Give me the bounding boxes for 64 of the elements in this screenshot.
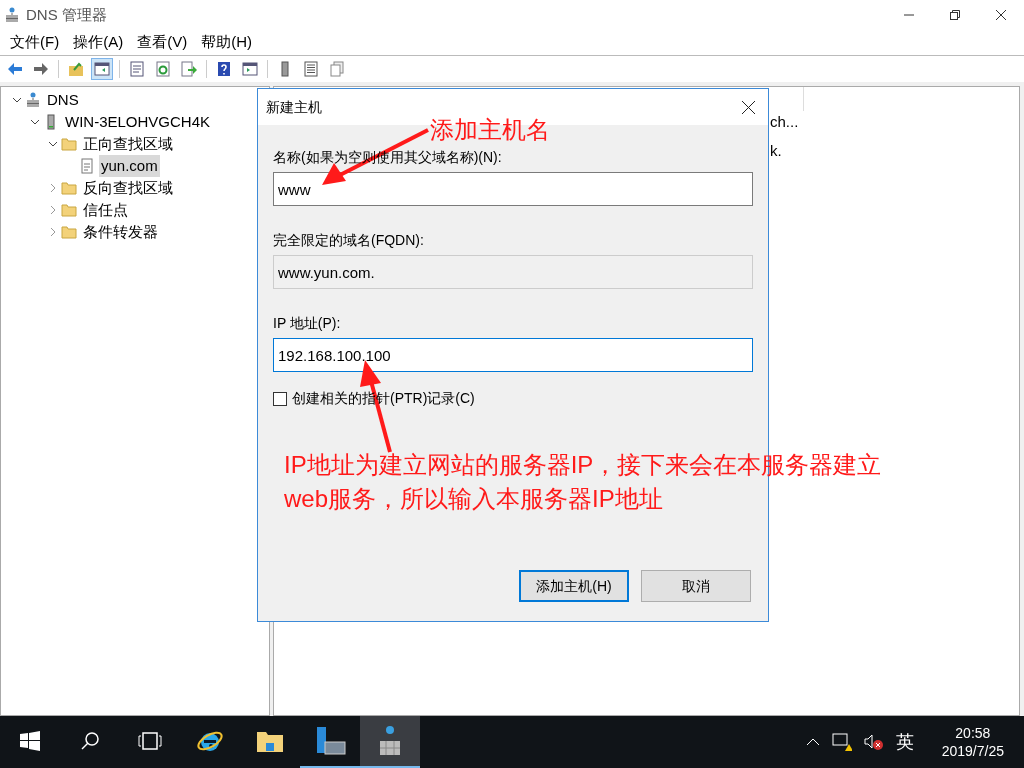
close-icon	[996, 10, 1006, 20]
refresh-icon	[155, 61, 171, 77]
expand-chevron-icon[interactable]	[48, 227, 58, 237]
panel-icon	[94, 61, 110, 77]
list-icon	[303, 61, 319, 77]
network-icon	[378, 725, 402, 757]
close-icon	[741, 100, 755, 114]
clock-date: 2019/7/25	[941, 742, 1004, 760]
panel-icon	[242, 61, 258, 77]
list-item-text[interactable]: k.	[770, 139, 1019, 162]
tree-item[interactable]: 反向查找区域	[81, 176, 175, 200]
dialog-button[interactable]: 取消	[641, 570, 751, 602]
export-icon	[181, 61, 197, 77]
folder-icon	[256, 729, 284, 753]
network-icon	[25, 92, 41, 108]
annotation-text: 添加主机名	[430, 115, 550, 145]
input-method-indicator[interactable]: 英	[895, 728, 914, 756]
fqdn-field[interactable]: www.yun.com.	[273, 255, 753, 289]
menu-item[interactable]: 查看(V)	[137, 31, 188, 54]
folder-icon	[61, 136, 77, 152]
back-arrow-icon	[7, 61, 23, 77]
network-icon	[4, 7, 20, 23]
tree-item[interactable]: 正向查找区域	[81, 132, 175, 156]
forward-arrow-icon	[33, 61, 49, 77]
ip-address-field[interactable]: 192.168.100.100	[273, 338, 753, 372]
menu-item[interactable]: 操作(A)	[73, 31, 124, 54]
folder-icon	[61, 224, 77, 240]
collapse-chevron-icon[interactable]	[48, 139, 58, 149]
document-icon	[129, 61, 145, 77]
list-item-text[interactable]: ch...	[770, 111, 1019, 134]
window-title: DNS 管理器	[26, 4, 107, 25]
tree-item[interactable]: yun.com	[99, 154, 160, 178]
task-view-icon	[138, 731, 162, 751]
dialog-button[interactable]: 添加主机(H)	[519, 570, 629, 602]
collapse-chevron-icon[interactable]	[30, 117, 40, 127]
field-label: IP 地址(P):	[273, 314, 342, 333]
search-icon	[80, 731, 100, 751]
tree-item[interactable]: DNS	[45, 88, 81, 112]
network-warning-icon[interactable]	[831, 732, 852, 752]
windows-logo-icon	[20, 731, 40, 751]
expand-chevron-icon[interactable]	[48, 205, 58, 215]
expand-chevron-icon[interactable]	[48, 183, 58, 193]
restore-icon	[950, 10, 960, 20]
clock-time: 20:58	[955, 724, 991, 742]
folder-icon	[68, 61, 84, 77]
tree-item[interactable]: 条件转发器	[81, 220, 160, 244]
menu-item[interactable]: 帮助(H)	[201, 31, 252, 54]
checkbox[interactable]	[273, 391, 287, 406]
folder-icon	[61, 202, 77, 218]
speaker-muted-icon[interactable]	[863, 733, 884, 751]
server-toolbox-icon	[314, 727, 346, 755]
host-name-field[interactable]: www	[273, 172, 753, 206]
help-icon	[216, 61, 232, 77]
tree-item[interactable]: WIN-3ELOHVGCH4K	[63, 110, 213, 134]
collapse-chevron-icon[interactable]	[12, 95, 22, 105]
dialog-title: 新建主机	[266, 97, 322, 117]
menu-item[interactable]: 文件(F)	[10, 31, 60, 54]
folder-icon	[61, 180, 77, 196]
tree-item[interactable]: 信任点	[81, 198, 130, 222]
document-icon	[79, 158, 95, 174]
chevron-up-icon[interactable]	[805, 738, 820, 746]
toolbar-button[interactable]	[91, 58, 113, 80]
copy-icon	[329, 61, 345, 77]
field-label: 完全限定的域名(FQDN):	[273, 231, 425, 250]
